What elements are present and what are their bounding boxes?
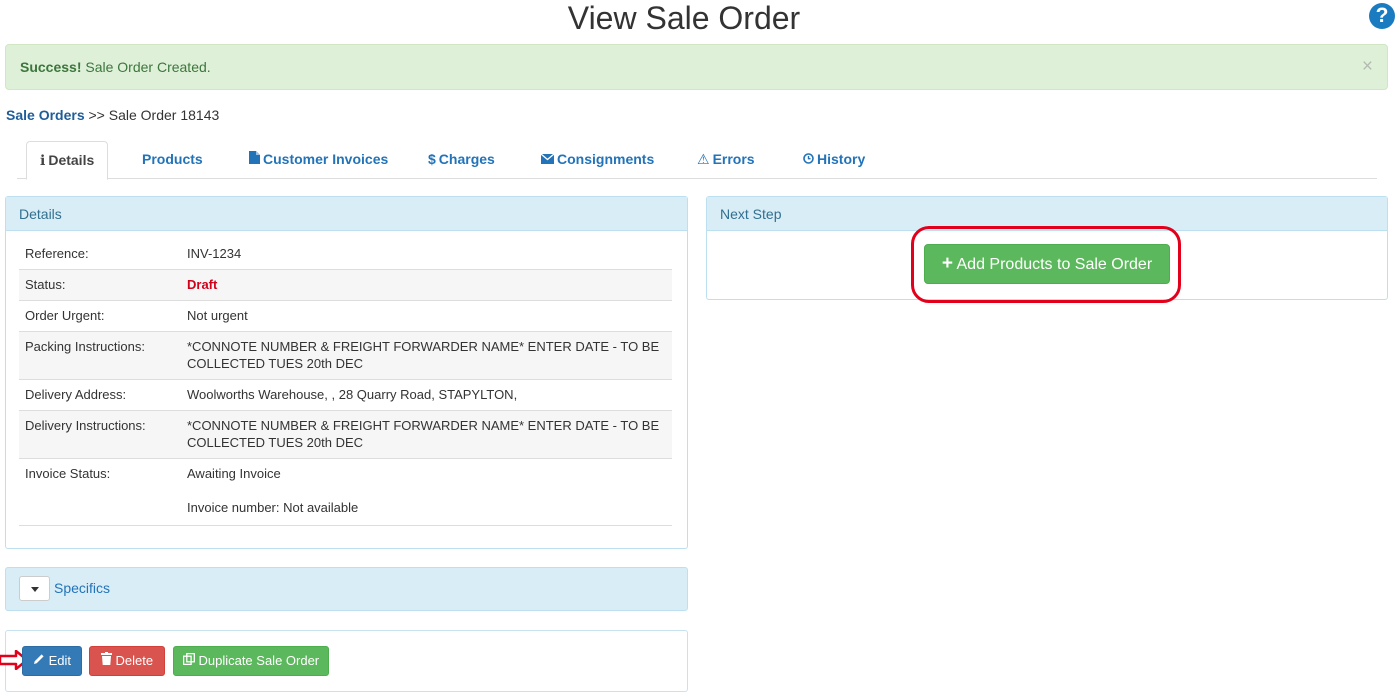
delete-label: Delete [115, 653, 154, 668]
warning-icon: ⚠ [697, 151, 710, 167]
tab-products[interactable]: Products [142, 141, 203, 179]
duplicate-label: Duplicate Sale Order [198, 653, 320, 668]
breadcrumb: Sale Orders >> Sale Order 18143 [6, 107, 219, 123]
status-badge: Draft [187, 277, 218, 292]
tab-label: Consignments [557, 151, 655, 167]
tab-customer-invoices[interactable]: Customer Invoices [249, 141, 388, 179]
specifics-label[interactable]: Specifics [54, 580, 110, 596]
details-panel-heading: Details [6, 197, 687, 231]
row-label: Order Urgent: [19, 300, 181, 332]
clock-icon [803, 141, 814, 177]
breadcrumb-separator: >> [84, 107, 109, 123]
trash-icon [100, 652, 112, 668]
add-products-label: Add Products to Sale Order [956, 256, 1153, 273]
envelope-icon [540, 141, 555, 177]
breadcrumb-link-sale-orders[interactable]: Sale Orders [6, 107, 85, 123]
tab-label: Customer Invoices [263, 151, 389, 167]
caret-down-icon[interactable] [19, 576, 50, 601]
table-row: Order Urgent: Not urgent [19, 300, 672, 332]
tab-history[interactable]: History [803, 141, 865, 179]
tab-label: History [817, 151, 866, 167]
table-row: Delivery Instructions: *CONNOTE NUMBER &… [19, 410, 672, 459]
tab-label: Errors [712, 151, 755, 167]
delete-button[interactable]: Delete [89, 646, 165, 676]
close-icon[interactable]: × [1362, 57, 1373, 77]
row-value: Not urgent [181, 300, 672, 332]
tab-label: Charges [438, 151, 495, 167]
info-icon: ℹ [40, 152, 46, 168]
edit-label: Edit [48, 653, 72, 668]
table-row: Reference: INV-1234 [19, 239, 672, 270]
tab-errors[interactable]: ⚠ Errors [697, 141, 755, 179]
row-label: Delivery Instructions: [19, 410, 181, 459]
duplicate-sale-order-button[interactable]: Duplicate Sale Order [173, 646, 329, 676]
row-value: *CONNOTE NUMBER & FREIGHT FORWARDER NAME… [181, 410, 672, 459]
dollar-icon: $ [428, 151, 436, 167]
table-divider [19, 525, 672, 526]
tab-charges[interactable]: $ Charges [428, 141, 495, 179]
alert-message: Sale Order Created. [81, 59, 211, 75]
tab-bar: ℹ Details Products Customer Invoices $ Cha… [17, 141, 1377, 180]
tab-label: Products [142, 151, 203, 167]
edit-button[interactable]: Edit [22, 646, 82, 676]
table-row: Status: Draft [19, 269, 672, 301]
page-title: View Sale Order [567, 0, 801, 36]
row-label: Packing Instructions: [19, 331, 181, 380]
tab-consignments[interactable]: Consignments [540, 141, 655, 179]
pencil-icon [33, 653, 45, 668]
file-icon [249, 141, 260, 177]
breadcrumb-current: Sale Order 18143 [108, 107, 220, 123]
table-row: Packing Instructions: *CONNOTE NUMBER & … [19, 331, 672, 380]
copy-icon [182, 652, 195, 668]
add-products-button[interactable]: + Add Products to Sale Order [924, 244, 1170, 284]
row-value: Woolworths Warehouse, , 28 Quarry Road, … [181, 379, 672, 411]
row-value: Awaiting Invoice [187, 466, 281, 481]
plus-icon: + [941, 253, 953, 274]
tab-details[interactable]: ℹ Details [26, 141, 109, 180]
row-label: Reference: [25, 246, 89, 261]
success-alert: Success! Sale Order Created. × [5, 44, 1388, 90]
row-label: Delivery Address: [19, 379, 181, 411]
tab-label: Details [48, 152, 95, 168]
details-table: Reference: INV-1234 Status: Draft Order … [19, 239, 672, 538]
invoice-number: Invoice number: Not available [187, 500, 359, 515]
row-label: Status: [19, 269, 181, 301]
table-row: Delivery Address: Woolworths Warehouse, … [19, 379, 672, 411]
row-value: *CONNOTE NUMBER & FREIGHT FORWARDER NAME… [181, 331, 672, 380]
help-icon[interactable]: ? [1369, 3, 1395, 29]
alert-strong: Success! [20, 59, 82, 75]
details-panel: Details Reference: INV-1234 Status: Draf… [5, 196, 688, 549]
row-value: INV-1234 [187, 246, 242, 261]
